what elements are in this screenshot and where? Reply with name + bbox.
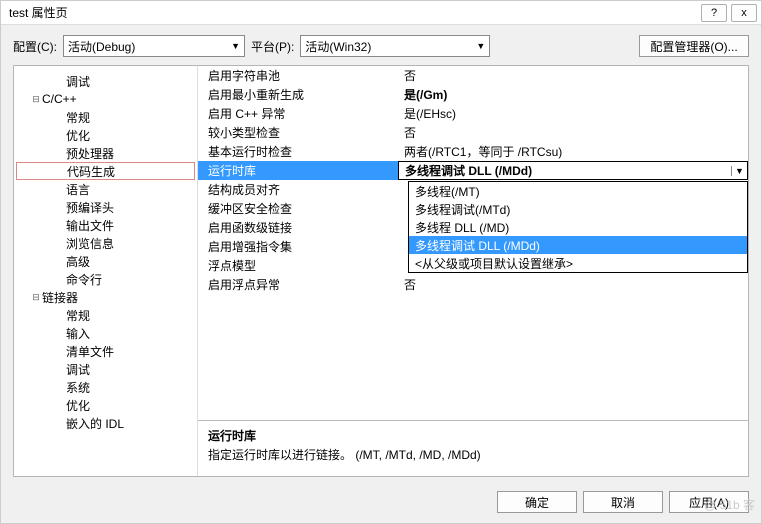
tree-item-label: 嵌入的 IDL bbox=[66, 415, 124, 432]
tree-item-label: 常规 bbox=[66, 109, 90, 126]
property-row[interactable]: 启用 C++ 异常是(/EHsc) bbox=[198, 104, 748, 123]
tree-item-label: 清单文件 bbox=[66, 343, 114, 360]
tree-item[interactable]: 清单文件 bbox=[16, 342, 195, 360]
property-row[interactable]: 运行时库多线程调试 DLL (/MDd)▼ bbox=[198, 161, 748, 180]
property-row[interactable]: 启用字符串池否 bbox=[198, 66, 748, 85]
config-combo[interactable]: 活动(Debug) ▼ bbox=[63, 35, 245, 57]
tree-item[interactable]: ⊟链接器 bbox=[16, 288, 195, 306]
tree-item-label: 调试 bbox=[66, 73, 90, 90]
tree-item[interactable]: 调试 bbox=[16, 360, 195, 378]
tree-item[interactable]: 命令行 bbox=[16, 270, 195, 288]
tree-item-label: 优化 bbox=[66, 397, 90, 414]
property-key: 浮点模型 bbox=[198, 257, 398, 274]
tree-item-label: 链接器 bbox=[42, 289, 78, 306]
tree-item[interactable]: 代码生成 bbox=[16, 162, 195, 180]
tree-item[interactable]: 优化 bbox=[16, 396, 195, 414]
tree-item[interactable]: 输入 bbox=[16, 324, 195, 342]
property-key: 启用浮点异常 bbox=[198, 276, 398, 293]
dropdown-option[interactable]: 多线程(/MT) bbox=[409, 182, 747, 200]
expander-icon: ⊟ bbox=[30, 94, 42, 105]
platform-combo[interactable]: 活动(Win32) ▼ bbox=[300, 35, 490, 57]
property-value[interactable]: 多线程调试 DLL (/MDd)▼ bbox=[398, 161, 748, 180]
tree-item[interactable]: 高级 bbox=[16, 252, 195, 270]
property-row[interactable]: 基本运行时检查两者(/RTC1，等同于 /RTCsu) bbox=[198, 142, 748, 161]
ok-button[interactable]: 确定 bbox=[497, 491, 577, 513]
apply-button[interactable]: 应用(A) bbox=[669, 491, 749, 513]
property-value[interactable]: 否 bbox=[398, 124, 748, 141]
tree-item[interactable]: 常规 bbox=[16, 108, 195, 126]
tree-item-label: 优化 bbox=[66, 127, 90, 144]
platform-value: 活动(Win32) bbox=[305, 38, 371, 55]
config-value: 活动(Debug) bbox=[68, 38, 135, 55]
property-key: 基本运行时检查 bbox=[198, 143, 398, 160]
tree-item[interactable]: 系统 bbox=[16, 378, 195, 396]
expander-icon: ⊟ bbox=[30, 292, 42, 303]
dropdown-option[interactable]: 多线程 DLL (/MD) bbox=[409, 218, 747, 236]
tree-item[interactable]: 预处理器 bbox=[16, 144, 195, 162]
tree-item-label: C/C++ bbox=[42, 92, 77, 106]
description-pane: 运行时库 指定运行时库以进行链接。 (/MT, /MTd, /MD, /MDd) bbox=[198, 420, 748, 476]
property-row[interactable]: 启用浮点异常否 bbox=[198, 275, 748, 294]
tree-item-label: 命令行 bbox=[66, 271, 102, 288]
property-value[interactable]: 否 bbox=[398, 276, 748, 293]
page-title: test 属性页 bbox=[5, 4, 697, 21]
chevron-down-icon[interactable]: ▼ bbox=[731, 166, 747, 176]
property-key: 启用增强指令集 bbox=[198, 238, 398, 255]
nav-tree[interactable]: 调试⊟C/C++常规优化预处理器代码生成语言预编译头输出文件浏览信息高级命令行⊟… bbox=[14, 66, 198, 476]
property-row[interactable]: 启用最小重新生成是(/Gm) bbox=[198, 85, 748, 104]
runtime-library-dropdown[interactable]: 多线程(/MT)多线程调试(/MTd)多线程 DLL (/MD)多线程调试 DL… bbox=[408, 181, 748, 273]
property-key: 启用最小重新生成 bbox=[198, 86, 398, 103]
tree-item[interactable]: 语言 bbox=[16, 180, 195, 198]
platform-label: 平台(P): bbox=[251, 38, 294, 55]
dropdown-option[interactable]: 多线程调试(/MTd) bbox=[409, 200, 747, 218]
property-grid[interactable]: 启用字符串池否启用最小重新生成是(/Gm)启用 C++ 异常是(/EHsc)较小… bbox=[198, 66, 748, 420]
tree-item-label: 浏览信息 bbox=[66, 235, 114, 252]
tree-item-label: 预处理器 bbox=[66, 145, 114, 162]
tree-item[interactable]: 预编译头 bbox=[16, 198, 195, 216]
tree-item-label: 调试 bbox=[66, 361, 90, 378]
property-value[interactable]: 是(/Gm) bbox=[398, 86, 748, 103]
property-key: 启用 C++ 异常 bbox=[198, 105, 398, 122]
property-key: 启用函数级链接 bbox=[198, 219, 398, 236]
tree-item[interactable]: 优化 bbox=[16, 126, 195, 144]
tree-item-label: 预编译头 bbox=[66, 199, 114, 216]
property-key: 启用字符串池 bbox=[198, 67, 398, 84]
tree-item-label: 输出文件 bbox=[66, 217, 114, 234]
chevron-down-icon: ▼ bbox=[476, 41, 485, 51]
tree-item[interactable]: 调试 bbox=[16, 72, 195, 90]
tree-item-label: 高级 bbox=[66, 253, 90, 270]
tree-item-label: 代码生成 bbox=[67, 163, 115, 180]
property-key: 较小类型检查 bbox=[198, 124, 398, 141]
property-value[interactable]: 否 bbox=[398, 67, 748, 84]
tree-item[interactable]: 浏览信息 bbox=[16, 234, 195, 252]
tree-item[interactable]: 常规 bbox=[16, 306, 195, 324]
tree-item[interactable]: 嵌入的 IDL bbox=[16, 414, 195, 432]
property-key: 运行时库 bbox=[198, 162, 398, 179]
chevron-down-icon: ▼ bbox=[231, 41, 240, 51]
property-value[interactable]: 两者(/RTC1，等同于 /RTCsu) bbox=[398, 143, 748, 160]
tree-item[interactable]: 输出文件 bbox=[16, 216, 195, 234]
close-button[interactable]: x bbox=[731, 4, 757, 22]
config-label: 配置(C): bbox=[13, 38, 57, 55]
description-body: 指定运行时库以进行链接。 (/MT, /MTd, /MD, /MDd) bbox=[208, 446, 738, 463]
tree-item-label: 系统 bbox=[66, 379, 90, 396]
property-key: 结构成员对齐 bbox=[198, 181, 398, 198]
config-manager-button[interactable]: 配置管理器(O)... bbox=[639, 35, 749, 57]
property-key: 缓冲区安全检查 bbox=[198, 200, 398, 217]
cancel-button[interactable]: 取消 bbox=[583, 491, 663, 513]
dropdown-option[interactable]: 多线程调试 DLL (/MDd) bbox=[409, 236, 747, 254]
property-row[interactable]: 较小类型检查否 bbox=[198, 123, 748, 142]
help-button[interactable]: ? bbox=[701, 4, 727, 22]
dropdown-option[interactable]: <从父级或项目默认设置继承> bbox=[409, 254, 747, 272]
property-value[interactable]: 是(/EHsc) bbox=[398, 105, 748, 122]
description-title: 运行时库 bbox=[208, 427, 738, 444]
tree-item-label: 常规 bbox=[66, 307, 90, 324]
tree-item-label: 语言 bbox=[66, 181, 90, 198]
tree-item[interactable]: ⊟C/C++ bbox=[16, 90, 195, 108]
tree-item-label: 输入 bbox=[66, 325, 90, 342]
